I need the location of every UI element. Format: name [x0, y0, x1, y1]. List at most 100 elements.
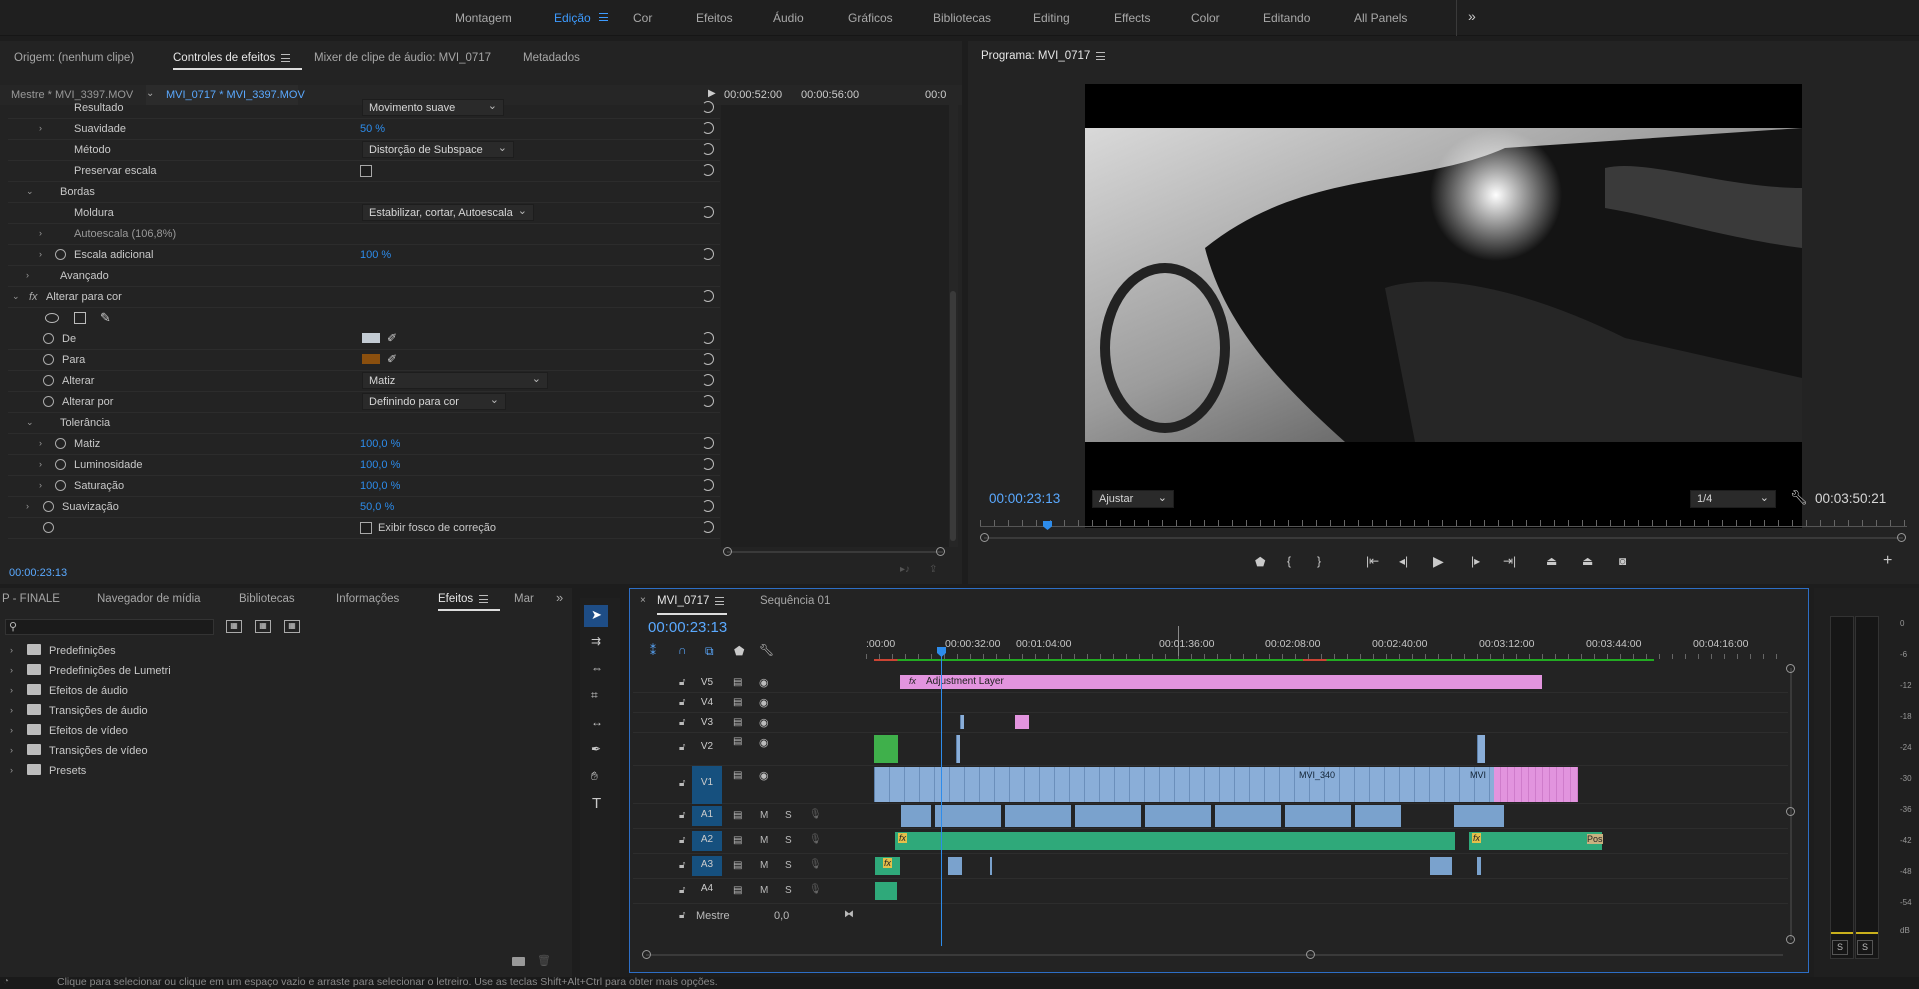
step-back-icon[interactable]: ◂|: [1399, 554, 1408, 568]
reset-icon[interactable]: [702, 521, 714, 533]
vscroll-handle-bottom[interactable]: [1786, 935, 1795, 944]
ec-zoom-handle-left[interactable]: [723, 547, 732, 556]
sync-lock-icon[interactable]: ▤: [733, 677, 742, 688]
lock-icon[interactable]: 🔓︎: [679, 677, 685, 688]
stopwatch-icon[interactable]: [55, 459, 66, 470]
expand-arrow-icon[interactable]: ›: [10, 705, 13, 715]
audio-clip[interactable]: [948, 857, 962, 875]
reset-icon[interactable]: [702, 500, 714, 512]
stopwatch-icon[interactable]: [43, 354, 54, 365]
linked-selection-icon[interactable]: ⧉: [705, 644, 714, 659]
camera-icon[interactable]: ◙: [1619, 554, 1626, 568]
solo-button[interactable]: S: [785, 885, 792, 896]
list-item[interactable]: › Predefinições de Lumetri: [10, 664, 310, 682]
lock-icon[interactable]: 🔓︎: [679, 860, 685, 871]
timeline-settings-wrench-icon[interactable]: 🔧︎: [759, 643, 774, 657]
slip-icon[interactable]: ↔: [591, 715, 603, 729]
tab-source[interactable]: Origem: (nenhum clipe): [14, 52, 134, 64]
ec-zoom-bar[interactable]: [727, 551, 943, 553]
audio-clip[interactable]: fx: [875, 857, 900, 875]
sync-lock-icon[interactable]: ▤: [733, 885, 742, 896]
timeline-hscroll[interactable]: [646, 954, 1783, 956]
suavizacao-value[interactable]: 50,0 %: [360, 501, 394, 513]
vscroll-handle-mid[interactable]: [1786, 807, 1795, 816]
list-item[interactable]: › Predefinições: [10, 644, 310, 662]
stopwatch-icon[interactable]: [43, 396, 54, 407]
green-clip[interactable]: [874, 735, 898, 763]
mark-in-icon[interactable]: {: [1287, 554, 1291, 568]
zoom-handle-right[interactable]: [1897, 533, 1906, 542]
go-to-out-icon[interactable]: ⇥|: [1503, 554, 1516, 568]
eye-icon[interactable]: ◉: [759, 736, 769, 749]
pen-icon[interactable]: ✒: [591, 742, 601, 756]
list-item[interactable]: › Presets: [10, 764, 310, 782]
saturacao-value[interactable]: 100,0 %: [360, 480, 400, 492]
graphic-clip[interactable]: [1015, 715, 1029, 729]
sync-lock-icon[interactable]: ▤: [733, 770, 742, 781]
expand-arrow-icon[interactable]: ›: [10, 665, 13, 675]
lift-icon[interactable]: ⏏: [1546, 554, 1557, 568]
hscroll-handle-left[interactable]: [642, 950, 651, 959]
razor-icon[interactable]: ⌗: [591, 688, 598, 703]
ec-zoom-handle-right[interactable]: [936, 547, 945, 556]
tab-effects[interactable]: Efeitos: [438, 593, 501, 611]
luminosidade-value[interactable]: 100,0 %: [360, 459, 400, 471]
step-forward-icon[interactable]: |▸: [1471, 554, 1480, 568]
mic-icon[interactable]: 🎙︎: [809, 809, 822, 820]
tab-effect-controls[interactable]: Controles de efeitos: [173, 52, 303, 70]
sync-lock-icon[interactable]: ▤: [733, 860, 742, 871]
yuv-effects-icon[interactable]: ▦: [284, 620, 300, 633]
expand-arrow-icon[interactable]: ›: [10, 685, 13, 695]
audio-clip[interactable]: [875, 882, 897, 900]
ec-current-time[interactable]: 00:00:23:13: [9, 567, 67, 579]
program-zoom-bar[interactable]: [984, 537, 1903, 539]
reset-icon[interactable]: [702, 332, 714, 344]
stopwatch-icon[interactable]: [43, 501, 54, 512]
tab-metadata[interactable]: Metadados: [523, 52, 580, 64]
audio-icon[interactable]: ▸♪: [900, 564, 910, 575]
tab-info[interactable]: Informações: [336, 593, 399, 605]
suavidade-value[interactable]: 50 %: [360, 123, 385, 135]
track-name[interactable]: A2: [692, 831, 722, 851]
tab-libraries[interactable]: Bibliotecas: [239, 593, 295, 605]
resultado-dropdown[interactable]: Movimento suave: [362, 99, 504, 116]
eye-icon[interactable]: ◉: [759, 676, 769, 689]
reset-icon[interactable]: [702, 395, 714, 407]
timeline-ruler[interactable]: [866, 626, 1786, 663]
mic-icon[interactable]: 🎙︎: [809, 859, 822, 870]
zoom-handle-left[interactable]: [980, 533, 989, 542]
workspace-all-panels[interactable]: All Panels: [1354, 11, 1407, 25]
list-item[interactable]: › Efeitos de áudio: [10, 684, 310, 702]
sync-lock-icon[interactable]: ▤: [733, 810, 742, 821]
wrench-icon[interactable]: 🔧︎: [1790, 489, 1808, 506]
video-clip[interactable]: [1477, 735, 1485, 763]
lock-icon[interactable]: 🔓︎: [679, 885, 685, 896]
timeline-vscroll[interactable]: [1790, 668, 1792, 940]
keyframe-area[interactable]: [721, 105, 949, 547]
track-name[interactable]: V3: [692, 717, 722, 733]
alterar-dropdown[interactable]: Matiz: [362, 372, 548, 389]
add-marker-icon[interactable]: ⬟: [1255, 555, 1265, 569]
expand-arrow-icon[interactable]: ›: [39, 459, 42, 469]
master-volume-value[interactable]: 0,0: [774, 910, 789, 922]
track-name[interactable]: A4: [692, 883, 722, 899]
add-marker-icon[interactable]: ⬟: [734, 644, 744, 658]
workspace-efeitos[interactable]: Efeitos: [696, 11, 733, 25]
pen-mask-icon[interactable]: ✎: [100, 310, 111, 326]
audio-clip[interactable]: [990, 857, 992, 875]
track-name[interactable]: V4: [692, 697, 722, 713]
lock-icon[interactable]: 🔓︎: [679, 717, 685, 728]
expand-arrow-icon[interactable]: ›: [39, 480, 42, 490]
workspace-montagem[interactable]: Montagem: [455, 11, 512, 25]
expand-arrow-icon[interactable]: ›: [39, 123, 42, 133]
tab-sequence-01[interactable]: Sequência 01: [760, 595, 830, 607]
new-folder-icon[interactable]: [512, 957, 525, 966]
hand-icon[interactable]: ✋︎: [591, 769, 598, 784]
reset-icon[interactable]: [702, 290, 714, 302]
add-button-icon[interactable]: +: [1883, 552, 1892, 570]
list-item[interactable]: › Efeitos de vídeo: [10, 724, 310, 742]
mic-icon[interactable]: 🎙︎: [809, 884, 822, 895]
workspace-audio[interactable]: Áudio: [773, 11, 804, 25]
reset-icon[interactable]: [702, 206, 714, 218]
panel-menu-icon[interactable]: [1096, 51, 1106, 60]
